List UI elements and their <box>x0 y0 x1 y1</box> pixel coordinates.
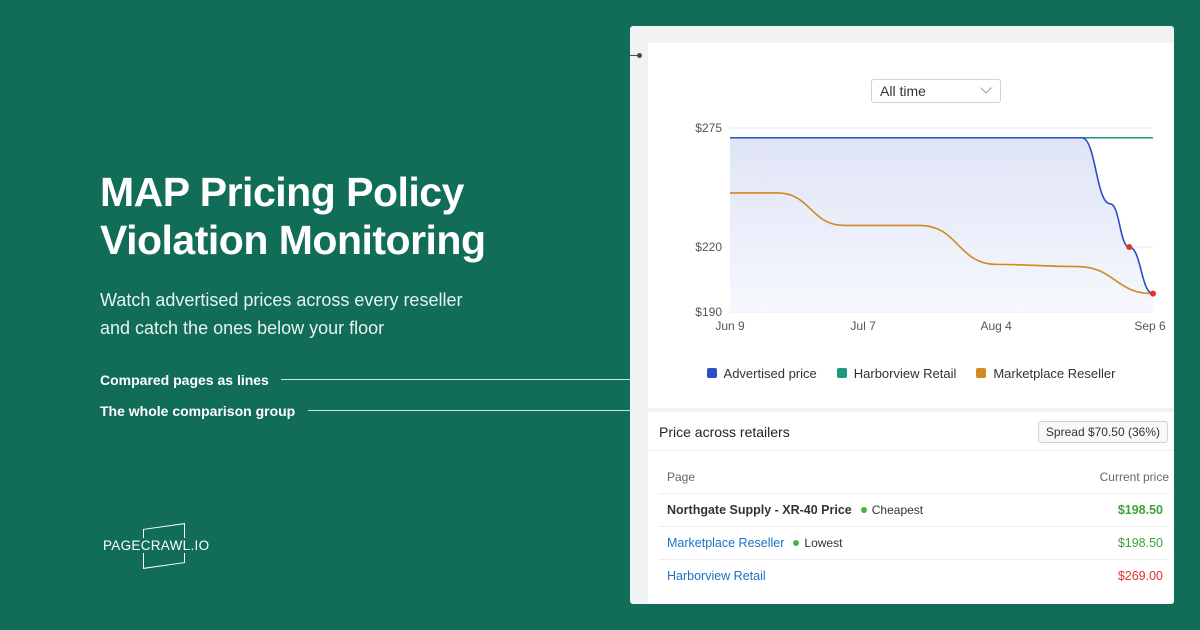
app-screenshot-panel: All time $275 $220 $190 Jun 9 Jul 7 Aug 4 Sep… <box>630 26 1174 604</box>
y-tick-label: $275 <box>695 121 722 135</box>
legend-label: Harborview Retail <box>853 365 957 381</box>
row-page-cell: Marketplace Reseller Lowest <box>667 536 842 550</box>
y-tick-label: $220 <box>695 240 722 254</box>
annotation-connector-line <box>281 379 630 380</box>
status-dot-icon <box>860 507 867 513</box>
x-tick-label: Jun 9 <box>715 319 745 333</box>
row-current-price: $198.50 <box>1117 536 1163 550</box>
hero-title-line-2: Violation Monitoring <box>100 217 486 263</box>
legend-item-harborview-retail[interactable]: Harborview Retail <box>836 363 957 383</box>
chart-series <box>730 136 1156 312</box>
hero-title: MAP Pricing Policy Violation Monitoring <box>100 168 600 264</box>
hero-subtitle-line-1: Watch advertised prices across every res… <box>100 290 463 310</box>
annotation-connector-line <box>308 410 630 411</box>
column-header-page: Page <box>667 470 696 484</box>
status-dot-icon <box>793 540 800 546</box>
advertised-price-area <box>730 137 1153 312</box>
annotation-comparison-group: The whole comparison group <box>100 403 296 419</box>
legend-swatch <box>836 368 847 378</box>
logo-text: PAGECRAWL.IO <box>103 538 212 553</box>
row-status-tag: Lowest <box>793 536 842 550</box>
row-current-price: $198.50 <box>1117 503 1163 517</box>
pagecrawl-logo: PAGECRAWL.IO <box>103 523 213 570</box>
table-row[interactable]: Northgate Supply - XR-40 Price Cheapest $1… <box>659 493 1169 526</box>
violation-point[interactable] <box>1126 244 1133 251</box>
legend-item-advertised-price[interactable]: Advertised price <box>706 363 817 383</box>
column-header-current-price: Current price <box>1099 470 1169 484</box>
x-axis: Jun 9 Jul 7 Aug 4 Sep 6 <box>715 319 1166 333</box>
violation-point[interactable] <box>1150 290 1156 297</box>
annotation-compared-pages: Compared pages as lines <box>100 372 269 388</box>
row-status-tag: Cheapest <box>860 503 923 517</box>
y-axis: $275 $220 $190 <box>695 121 722 319</box>
table-row[interactable]: Marketplace Reseller Lowest $198.50 <box>659 526 1169 559</box>
row-page-link[interactable]: Harborview Retail <box>667 569 766 583</box>
row-page-name: Northgate Supply - XR-40 Price <box>667 503 852 517</box>
row-current-price: $269.00 <box>1117 569 1163 583</box>
legend-label: Marketplace Reseller <box>993 365 1116 381</box>
chart-legend: Advertised price Harborview Retail Marketp… <box>648 363 1174 383</box>
price-line-chart: $275 $220 $190 Jun 9 Jul 7 Aug 4 Sep 6 <box>695 121 1166 333</box>
y-tick-label: $190 <box>695 305 722 319</box>
legend-swatch <box>976 368 987 378</box>
table-title: Price across retailers <box>659 424 790 440</box>
hero-title-line-1: MAP Pricing Policy <box>100 169 464 215</box>
table-header-divider <box>648 450 1174 451</box>
legend-item-marketplace-reseller[interactable]: Marketplace Reseller <box>976 363 1115 383</box>
legend-label: Advertised price <box>723 365 817 381</box>
legend-swatch <box>706 368 717 378</box>
row-page-cell: Harborview Retail <box>667 569 766 583</box>
hero-subtitle-line-2: and catch the ones below your floor <box>100 318 385 338</box>
row-page-link[interactable]: Marketplace Reseller <box>667 536 784 550</box>
table-row[interactable]: Harborview Retail $269.00 <box>659 559 1169 592</box>
panel-connector-dot <box>637 53 642 58</box>
row-page-cell: Northgate Supply - XR-40 Price Cheapest <box>667 503 923 517</box>
hero-subtitle: Watch advertised prices across every res… <box>100 286 560 342</box>
x-tick-label: Sep 6 <box>1134 319 1166 333</box>
retailer-price-table-card: Price across retailers Spread $70.50 (36… <box>648 412 1174 604</box>
x-tick-label: Jul 7 <box>850 319 876 333</box>
x-tick-label: Aug 4 <box>980 319 1012 333</box>
price-chart-card: All time $275 $220 $190 Jun 9 Jul 7 Aug 4 Sep… <box>648 43 1174 408</box>
spread-badge: Spread $70.50 (36%) <box>1037 421 1168 443</box>
